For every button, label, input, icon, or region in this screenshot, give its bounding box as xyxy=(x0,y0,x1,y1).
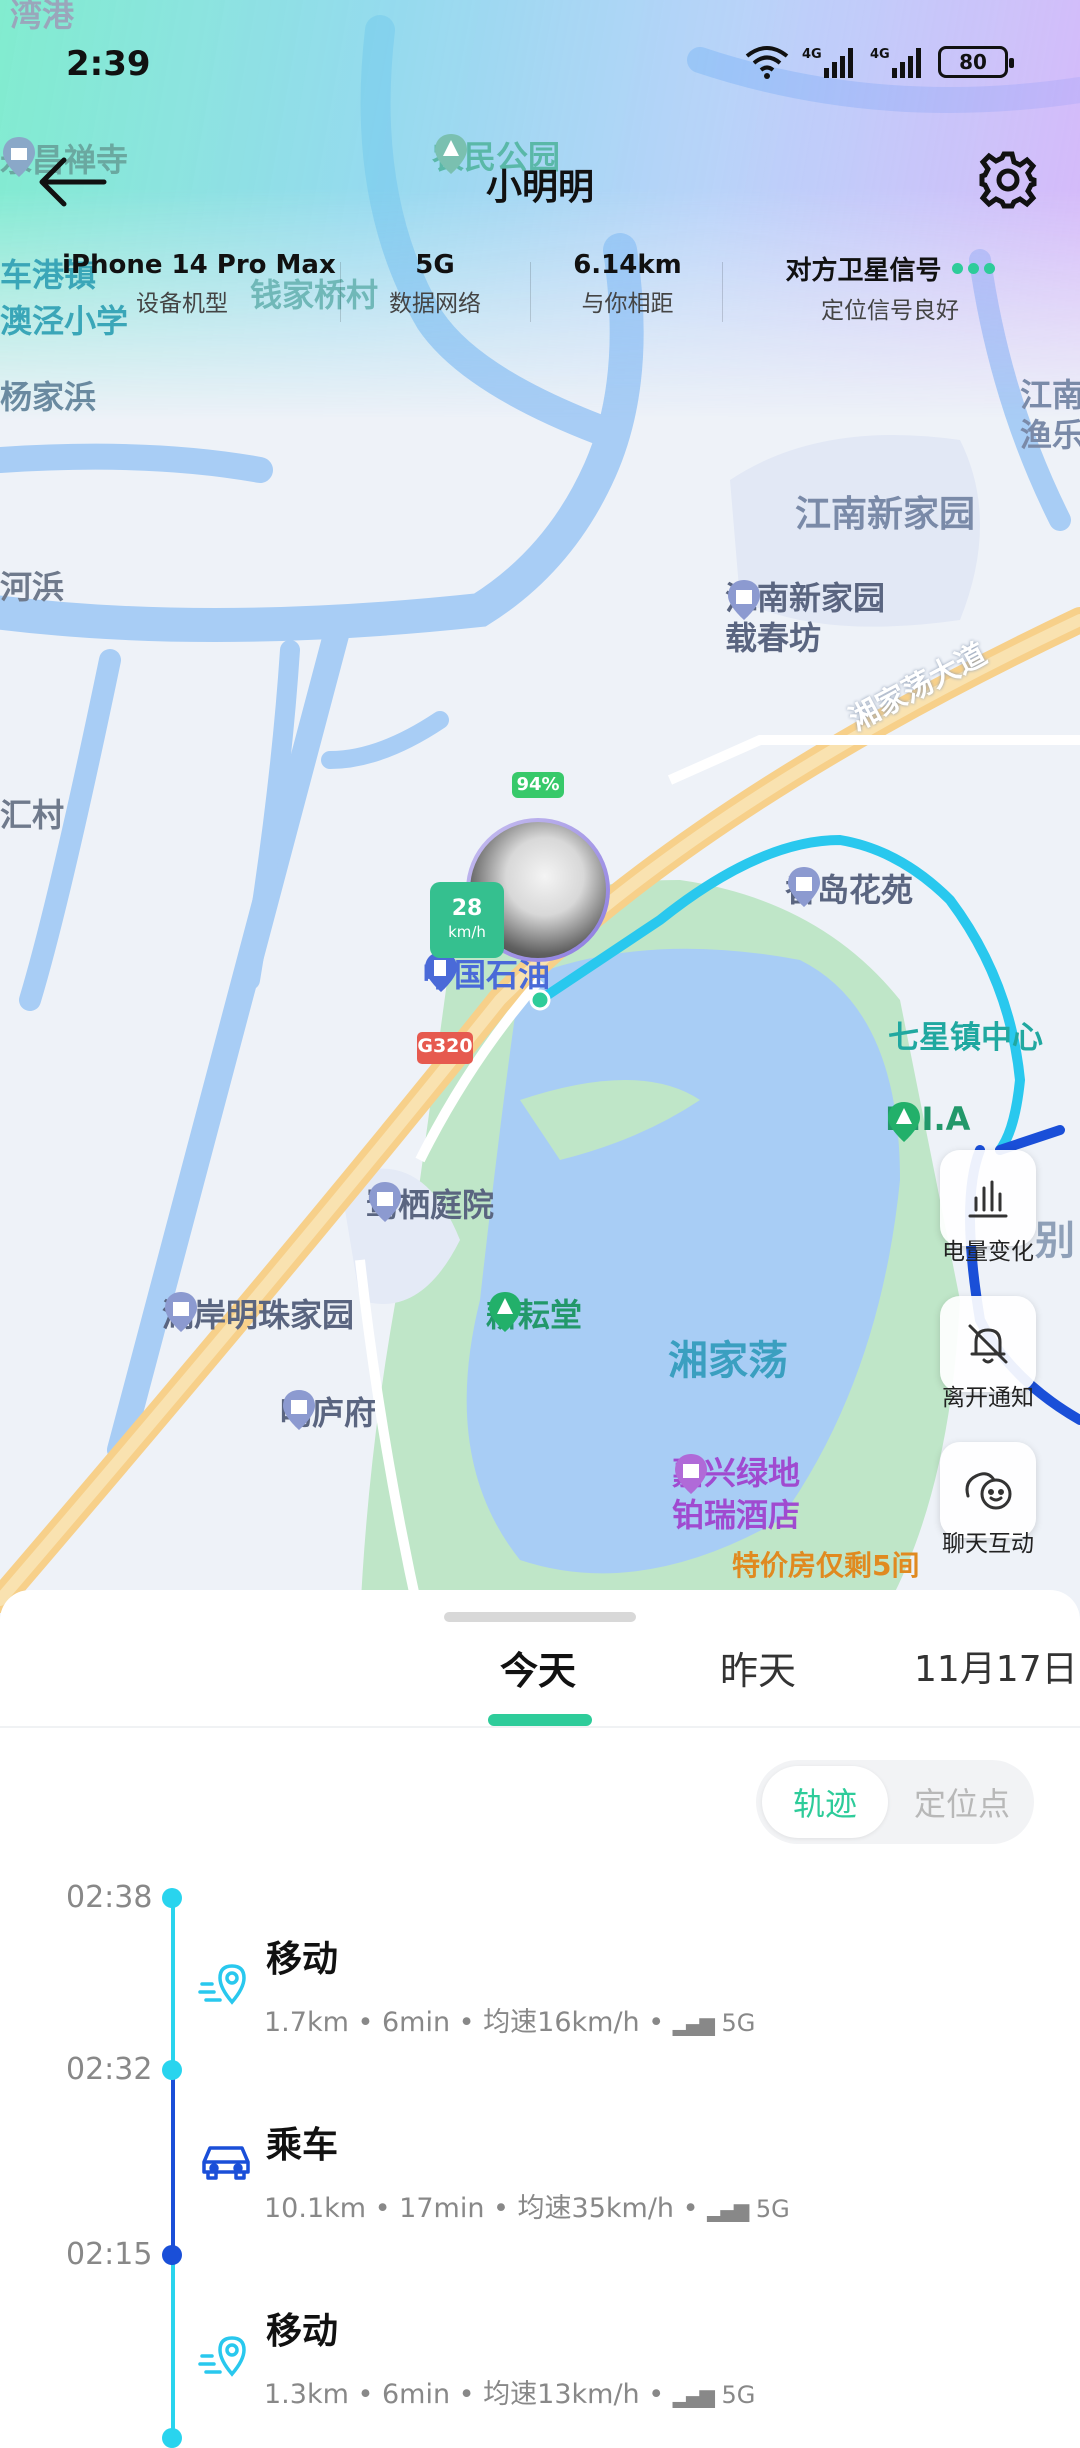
lake-label: 湘家荡 xyxy=(668,1338,788,1384)
settings-button[interactable] xyxy=(976,148,1048,220)
signal-dots-icon xyxy=(951,263,995,274)
svg-text:4G: 4G xyxy=(802,47,822,62)
map-label: 七星镇中心 xyxy=(888,1020,1043,1056)
speed-badge: 28 km/h xyxy=(430,882,504,958)
poi-jiangnan-xinjiayuan[interactable]: 江南新家园 载春坊 xyxy=(725,578,885,658)
timeline-dot xyxy=(162,2060,182,2080)
map-label: 杨家浜 xyxy=(0,378,97,416)
bell-off-icon xyxy=(968,1324,1008,1364)
building-pin-icon xyxy=(728,580,760,620)
walk-pin-icon xyxy=(198,2330,254,2384)
side-action-label: 离开通知 xyxy=(942,1385,1034,1411)
view-segment: 轨迹 定位点 xyxy=(756,1760,1034,1844)
building-pin-icon xyxy=(788,867,820,907)
road-badge: G320 xyxy=(417,1035,473,1057)
gear-icon xyxy=(979,151,1037,209)
wifi-icon xyxy=(745,46,789,79)
status-icons: 4G 4G 80 xyxy=(744,44,1014,80)
divider xyxy=(722,262,723,322)
tree-pin-icon xyxy=(489,1292,521,1332)
info-satellite: 对方卫星信号 定位信号良好 xyxy=(760,250,1020,325)
bar-chart-icon xyxy=(968,1180,1008,1218)
battery-badge: 94% xyxy=(512,772,564,798)
tab-today[interactable]: 今天 xyxy=(500,1640,576,1695)
map-label: 渔乐 xyxy=(1020,416,1080,454)
building-pin-icon xyxy=(165,1292,197,1332)
chat-icon xyxy=(965,1472,1012,1510)
side-action-label: 电量变化 xyxy=(942,1239,1034,1265)
poi-bia[interactable]: B.I.A xyxy=(885,1100,970,1142)
timeline-item-title[interactable]: 移动 xyxy=(266,1930,338,1982)
signal-4g-icon: 4G xyxy=(870,47,921,78)
divider xyxy=(340,262,341,322)
svg-text:4G: 4G xyxy=(870,47,890,62)
divider xyxy=(0,1726,1080,1728)
map-label: 汇村 xyxy=(0,796,65,834)
walk-pin-icon xyxy=(198,1958,254,2012)
timeline-item-title[interactable]: 移动 xyxy=(266,2302,338,2354)
tab-yesterday[interactable]: 昨天 xyxy=(720,1640,796,1695)
timeline-time: 02:32 xyxy=(66,2052,153,2087)
info-distance: 6.14km 与你相距 xyxy=(573,250,682,317)
tab-indicator xyxy=(488,1714,592,1726)
signal-bars-icon: ▂▄▆ xyxy=(672,2012,715,2036)
sheet-handle[interactable] xyxy=(444,1612,636,1622)
status-time: 2:39 xyxy=(66,44,151,84)
timeline-time: 02:38 xyxy=(66,1880,153,1915)
map-label: 河浜 xyxy=(0,568,65,606)
poi-xiangdao[interactable]: 香岛花苑 xyxy=(785,865,913,911)
timeline-dot xyxy=(162,1888,182,1908)
map-label: 江南新家园 xyxy=(795,494,976,535)
map-view[interactable]: 湾港 车港镇 澳泾小学 钱家桥村 杨家浜 江南新家园 河浜 汇村 湘家荡大道 七… xyxy=(0,0,1080,1620)
page-title: 小明明 xyxy=(485,167,594,208)
timeline-dot xyxy=(162,2245,182,2265)
info-device: iPhone 14 Pro Max 设备机型 xyxy=(62,250,336,317)
battery-icon: 80 xyxy=(938,46,1014,78)
side-action-label: 聊天互动 xyxy=(942,1531,1034,1557)
building-pin-icon xyxy=(369,1182,401,1222)
info-network: 5G 数据网络 xyxy=(389,250,481,317)
building-pin-icon xyxy=(283,1390,315,1430)
timeline-item-meta: 1.3km • 6min • 均速13km/h • ▂▄▆ 5G xyxy=(264,2379,756,2410)
timeline-item-title[interactable]: 乘车 xyxy=(266,2116,338,2168)
poi-luqi[interactable]: 鹭栖庭院 xyxy=(366,1180,494,1226)
tree-pin-icon xyxy=(888,1102,920,1142)
poi-gengyuntang[interactable]: 耕耘堂 xyxy=(486,1290,582,1336)
signal-bars-icon: ▂▄▆ xyxy=(672,2384,715,2408)
car-icon xyxy=(198,2138,254,2188)
segment-track[interactable]: 轨迹 xyxy=(762,1766,888,1838)
timeline-line-car xyxy=(171,2070,175,2256)
divider xyxy=(530,262,531,322)
timeline-item-meta: 10.1km • 17min • 均速35km/h • ▂▄▆ 5G xyxy=(264,2193,790,2224)
hotel-pin-icon xyxy=(675,1454,707,1494)
timeline-dot xyxy=(162,2428,182,2448)
timeline-time: 02:15 xyxy=(66,2237,153,2272)
hotel-promo: 特价房仅剩5间 xyxy=(732,1549,920,1582)
signal-4g-icon: 4G xyxy=(802,47,853,78)
poi-minglufu[interactable]: 鸣庐府 xyxy=(280,1388,376,1434)
segment-points[interactable]: 定位点 xyxy=(896,1766,1028,1838)
timeline-item-meta: 1.7km • 6min • 均速16km/h • ▂▄▆ 5G xyxy=(264,2007,756,2038)
poi-hotel[interactable]: 嘉兴绿地 铂瑞酒店 xyxy=(672,1452,800,1536)
tab-date[interactable]: 11月17日 xyxy=(914,1640,1078,1692)
map-label: 湾港 xyxy=(10,0,75,34)
signal-bars-icon: ▂▄▆ xyxy=(707,2198,749,2222)
poi-huan-mingzhu[interactable]: 湖岸明珠家园 xyxy=(162,1290,354,1336)
